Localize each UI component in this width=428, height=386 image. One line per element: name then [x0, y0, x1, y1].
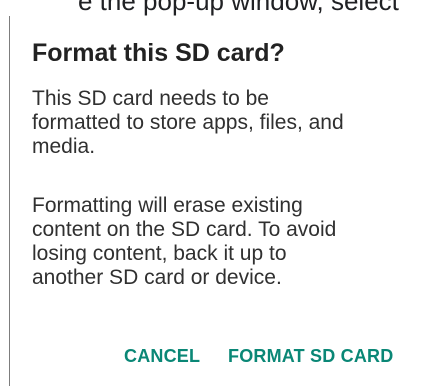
dialog-actions: CANCEL FORMAT SD CARD	[10, 340, 428, 372]
cancel-button[interactable]: CANCEL	[124, 340, 200, 372]
dialog-message-paragraph-1: This SD card needs to be formatted to st…	[32, 87, 344, 158]
dialog-title: Format this SD card?	[32, 39, 285, 67]
format-sd-card-button[interactable]: FORMAT SD CARD	[228, 340, 393, 372]
dialog-message-paragraph-2: Formatting will erase existing content o…	[32, 194, 337, 289]
background-page-text: e the pop-up window, select	[78, 0, 399, 16]
format-sd-card-dialog: Format this SD card? This SD card needs …	[9, 16, 428, 386]
